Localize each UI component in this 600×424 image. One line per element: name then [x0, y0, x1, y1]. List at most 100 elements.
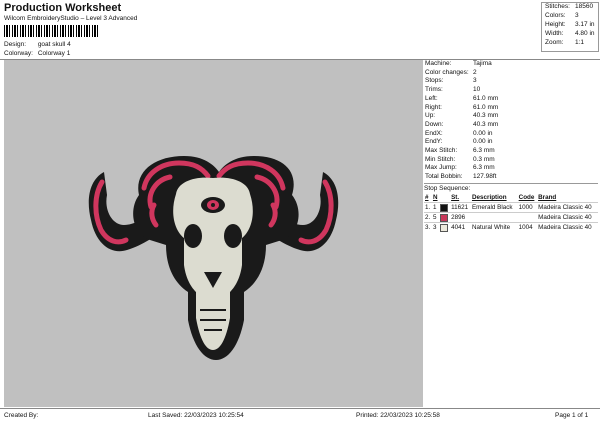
prop-label: EndX: [425, 129, 443, 137]
row-stitches: 2896 [450, 212, 471, 223]
design-row: Design: goat skull 4 [4, 41, 71, 48]
row-stitches: 4041 [450, 222, 471, 232]
table-row: 2. 5 2896 Madeira Classic 40 [424, 212, 598, 223]
colorway-label: Colorway: [4, 50, 33, 57]
footer-divider [0, 408, 600, 409]
stat-label: Stitches: [545, 3, 570, 10]
color-swatch [439, 222, 451, 232]
col-code: Code [518, 194, 535, 201]
properties-panel: Machine: Tajima Color changes: 2 Stops: 3 T… [424, 60, 599, 407]
row-index: 1. [424, 202, 432, 213]
prop-value: 0.00 in [473, 138, 493, 146]
prop-value: 6.3 mm [473, 147, 495, 154]
prop-right: Right: 61.0 mm [425, 104, 498, 111]
prop-value: 0.00 in [473, 129, 493, 137]
prop-label: Trims: [425, 86, 443, 94]
barcode [4, 25, 100, 37]
col-brand: Brand [538, 194, 557, 201]
prop-value: 40.3 mm [473, 112, 499, 120]
prop-value: 6.3 mm [473, 164, 495, 172]
row-code [517, 212, 538, 223]
prop-max-jump: Max Jump: 6.3 mm [425, 164, 495, 171]
prop-machine: Machine: Tajima [425, 60, 492, 67]
prop-value: 3 [473, 77, 477, 85]
stat-value: 3.17 in [575, 21, 595, 28]
color-swatch [439, 212, 451, 223]
stat-colors: Colors: 3 [545, 12, 579, 19]
prop-value: 2 [473, 68, 477, 76]
prop-left: Left: 61.0 mm [425, 95, 498, 102]
design-canvas [4, 60, 423, 407]
stat-label: Width: [545, 30, 564, 37]
swatch-box [440, 203, 449, 212]
footer-created-by: Created By: [4, 412, 39, 419]
stat-label: Colors: [545, 12, 566, 19]
prop-value: 0.3 mm [473, 155, 495, 163]
row-brand: Madeira Classic 40 [537, 202, 598, 213]
row-code: 1004 [517, 222, 538, 232]
prop-label: EndY: [425, 138, 443, 146]
table-row: 1. 1 11621 Emerald Black 1000 Madeira Cl… [424, 202, 598, 213]
prop-label: Right: [425, 103, 442, 111]
design-value: goat skull 4 [37, 41, 71, 48]
colorway-value: Colorway 1 [37, 50, 71, 57]
stat-value: 3 [575, 12, 579, 19]
prop-value: Tajima [473, 60, 492, 67]
prop-min-stitch: Min Stitch: 0.3 mm [425, 156, 495, 163]
prop-value: 61.0 mm [473, 103, 499, 111]
prop-endx: EndX: 0.00 in [425, 130, 493, 137]
prop-label: Max Stitch: [425, 147, 458, 154]
prop-total-bobbin: Total Bobbin: 127.98ft [425, 173, 497, 180]
stat-stitches: Stitches: 18560 [545, 3, 593, 10]
footer-printed: Printed: 22/03/2023 10:25:58 [356, 412, 440, 419]
row-description: Emerald Black [470, 202, 518, 213]
prop-down: Down: 40.3 mm [425, 121, 498, 128]
prop-label: Up: [425, 112, 436, 120]
swatch-box [440, 213, 449, 222]
prop-endy: EndY: 0.00 in [425, 138, 493, 145]
footer-last-saved: Last Saved: 22/03/2023 10:25:54 [148, 412, 244, 419]
prop-value: 40.3 mm [473, 120, 499, 128]
stat-width: Width: 4.80 in [545, 30, 595, 37]
prop-value: 10 [473, 86, 481, 94]
row-brand: Madeira Classic 40 [537, 222, 598, 232]
row-description: Natural White [470, 222, 518, 232]
prop-max-stitch: Max Stitch: 6.3 mm [425, 147, 495, 154]
row-brand: Madeira Classic 40 [537, 212, 598, 223]
design-label: Design: [4, 41, 27, 48]
row-code: 1000 [517, 202, 538, 213]
row-index: 3. [424, 222, 432, 232]
stat-height: Height: 3.17 in [545, 21, 595, 28]
stat-value: 18560 [575, 3, 594, 10]
col-swatch [439, 193, 450, 203]
footer-page: Page 1 of 1 [555, 412, 589, 419]
swatch-box [440, 223, 449, 232]
col-n: N [432, 194, 438, 201]
row-n: 5 [431, 212, 440, 223]
page-title: Production Worksheet [4, 2, 122, 14]
prop-stops: Stops: 3 [425, 77, 477, 84]
stat-value: 4.80 in [575, 30, 595, 37]
col-stitches: St. [451, 194, 460, 201]
prop-color-changes: Color changes: 2 [425, 69, 477, 76]
goat-skull-design [88, 156, 339, 360]
col-description: Description [471, 194, 507, 201]
prop-label: Machine: [425, 60, 452, 67]
stop-sequence-title: Stop Sequence: [424, 183, 598, 192]
prop-label: Stops: [425, 77, 444, 85]
stat-label: Height: [545, 21, 566, 28]
software-subtitle: Wilcom EmbroideryStudio – Level 3 Advanc… [4, 15, 138, 22]
prop-label: Total Bobbin: [425, 173, 463, 181]
prop-up: Up: 40.3 mm [425, 112, 498, 119]
row-index: 2. [424, 212, 432, 223]
stat-value: 1:1 [575, 39, 585, 46]
prop-label: Max Jump: [425, 164, 457, 172]
prop-label: Min Stitch: [425, 155, 456, 163]
prop-value: 61.0 mm [473, 94, 499, 102]
colorway-row: Colorway: Colorway 1 [4, 50, 70, 57]
table-header-row: # N St. Description Code Brand [424, 193, 598, 203]
stat-label: Zoom: [545, 39, 564, 46]
color-swatch [439, 202, 451, 213]
table-row: 3. 3 4041 Natural White 1004 Madeira Cla… [424, 222, 598, 232]
col-index: # [425, 194, 429, 201]
